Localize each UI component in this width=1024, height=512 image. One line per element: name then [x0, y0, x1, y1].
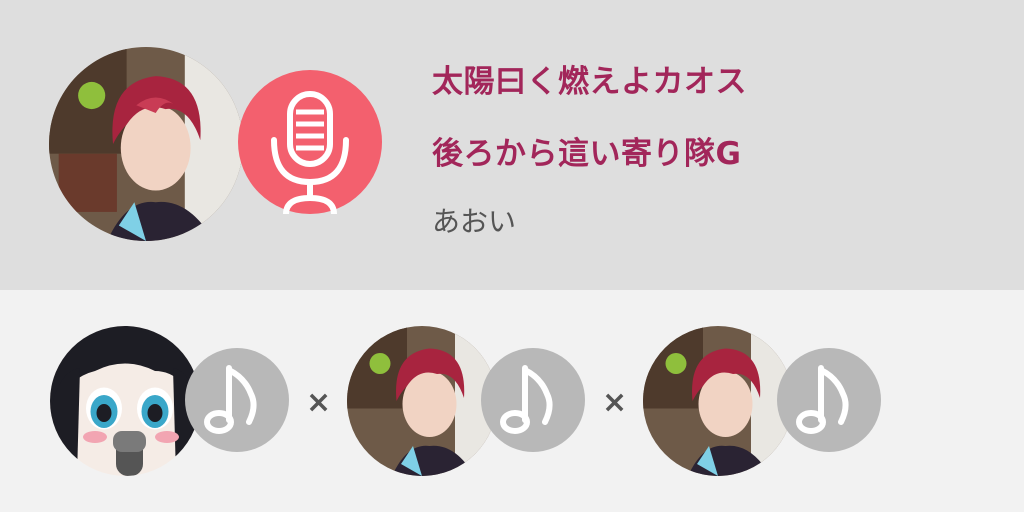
artist-name[interactable]: あおい: [432, 200, 516, 240]
singer-avatar[interactable]: [49, 47, 243, 241]
collab-separator-1: ×: [306, 385, 332, 420]
participant-badge-1: [185, 348, 289, 452]
music-note-icon: [796, 365, 849, 434]
song-title-line-1: 太陽曰く燃えよカオス: [432, 64, 747, 100]
participant-avatar-2[interactable]: [347, 326, 497, 476]
microphone-badge: [238, 70, 382, 214]
participant-badge-2: [481, 348, 585, 452]
collab-separator-2: ×: [602, 385, 628, 420]
participant-avatar-1[interactable]: [50, 326, 200, 476]
music-note-icon: [204, 365, 257, 434]
participant-avatar-3[interactable]: [643, 326, 793, 476]
song-title-line-2: 後ろから這い寄り隊G: [432, 136, 742, 172]
music-note-icon: [500, 365, 553, 434]
song-header: 太陽曰く燃えよカオス 後ろから這い寄り隊G あおい: [0, 0, 1024, 290]
participant-badge-3: [777, 348, 881, 452]
recording-card: 太陽曰く燃えよカオス 後ろから這い寄り隊G あおい × ×: [0, 0, 1024, 512]
microphone-icon: [271, 91, 349, 214]
